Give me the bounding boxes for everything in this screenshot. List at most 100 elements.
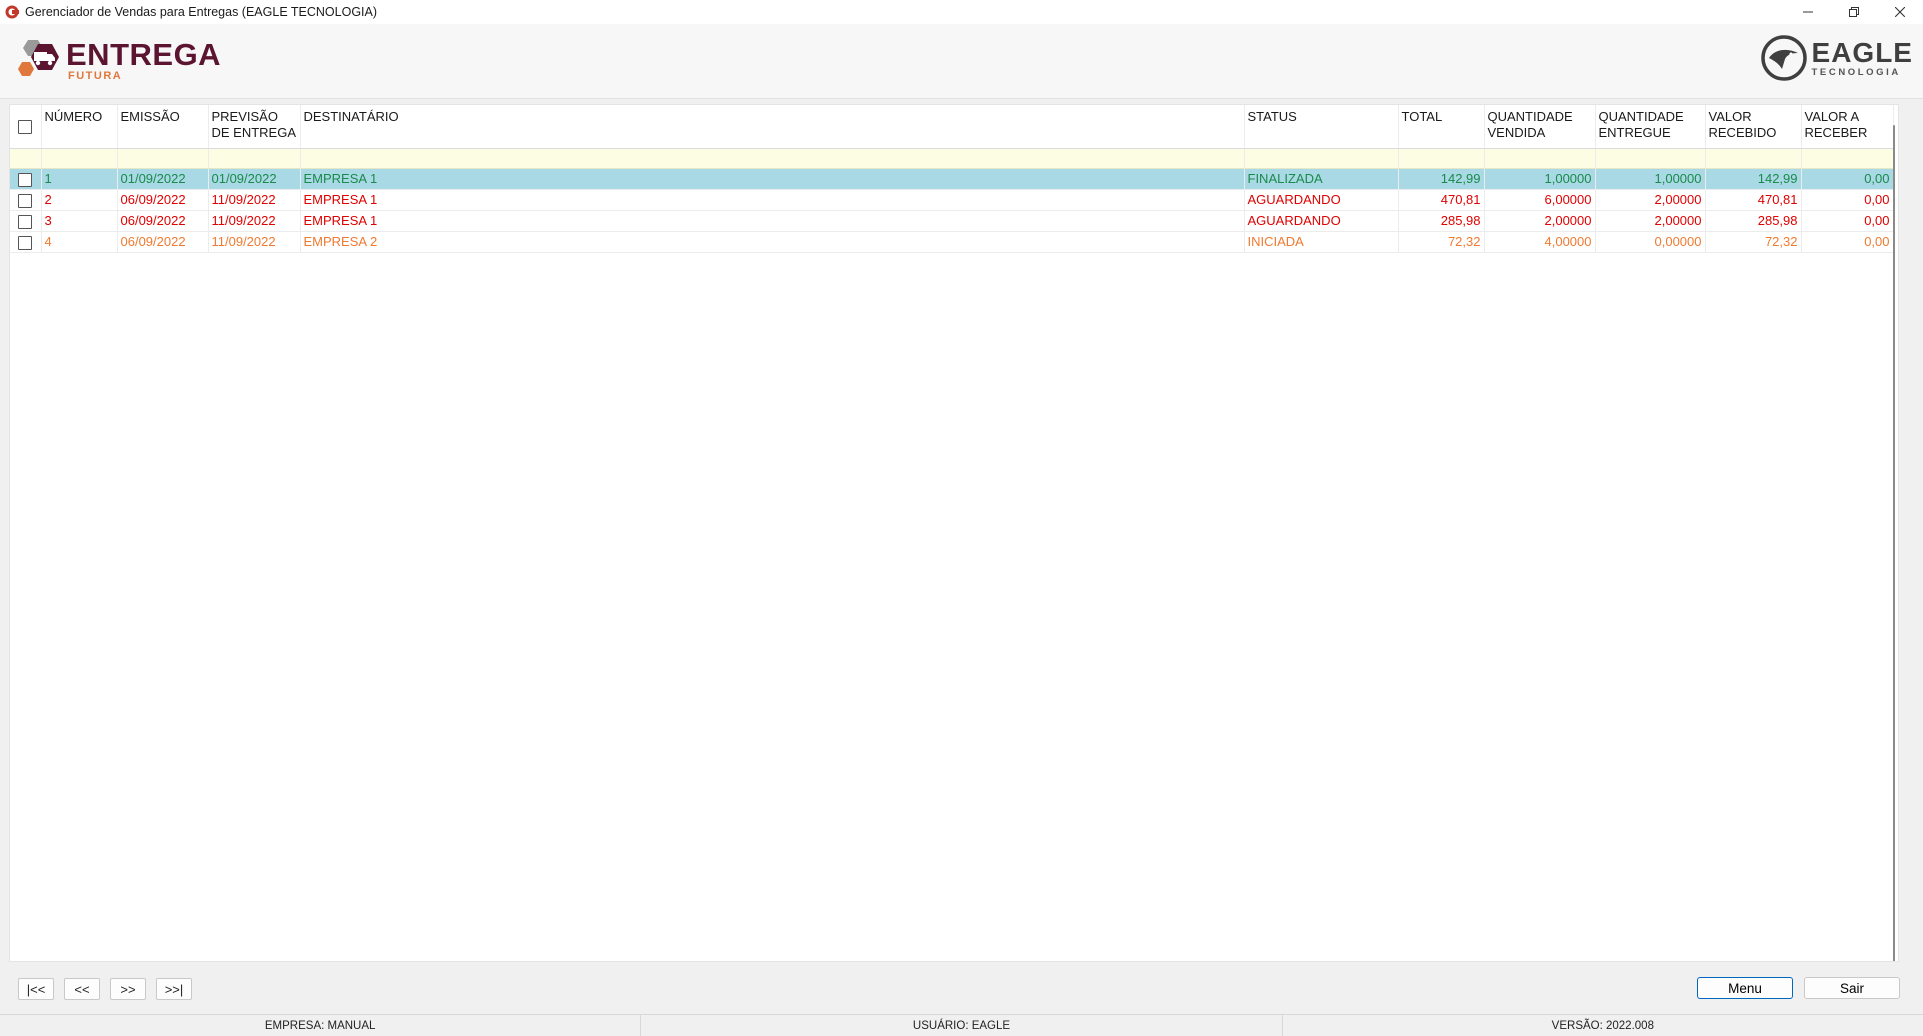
row-checkbox[interactable] (18, 235, 33, 250)
table-row[interactable]: 2 06/09/2022 11/09/2022 EMPRESA 1 AGUARD… (10, 189, 1894, 211)
column-header-valor-recebido[interactable]: VALOR RECEBIDO (1705, 105, 1802, 149)
cell-qtd-vendida[interactable]: 1,00000 (1484, 168, 1596, 190)
cell-valor-a-receber[interactable]: 0,00 (1801, 231, 1894, 253)
cell-qtd-entregue[interactable]: 0,00000 (1595, 231, 1706, 253)
entrega-futura-logo: ENTREGA FUTURA (14, 36, 221, 84)
column-header-emissao[interactable]: EMISSÃO (117, 105, 209, 149)
filter-cell[interactable] (208, 148, 301, 169)
column-header-destinatario[interactable]: DESTINATÁRIO (300, 105, 1245, 149)
cell-qtd-entregue[interactable]: 1,00000 (1595, 168, 1706, 190)
cell-qtd-vendida[interactable]: 4,00000 (1484, 231, 1596, 253)
vertical-scrollbar[interactable] (1889, 125, 1898, 961)
minimize-icon (1803, 11, 1813, 13)
title-bar: Gerenciador de Vendas para Entregas (EAG… (0, 0, 1923, 24)
row-select[interactable] (10, 189, 42, 211)
column-header-qtd-vendida[interactable]: QUANTIDADE VENDIDA (1484, 105, 1596, 149)
cell-emissao[interactable]: 06/09/2022 (117, 231, 209, 253)
cell-valor-a-receber[interactable]: 0,00 (1801, 189, 1894, 211)
column-header-numero[interactable]: NÚMERO (41, 105, 118, 149)
cell-qtd-entregue[interactable]: 2,00000 (1595, 189, 1706, 211)
logo-tecnologia-text: TECNOLOGIA (1811, 66, 1901, 78)
cell-valor-recebido[interactable]: 470,81 (1705, 189, 1802, 211)
cell-valor-a-receber[interactable]: 0,00 (1801, 210, 1894, 232)
cell-status[interactable]: INICIADA (1244, 231, 1399, 253)
row-select[interactable] (10, 210, 42, 232)
cell-previsao[interactable]: 11/09/2022 (208, 231, 301, 253)
cell-status[interactable]: FINALIZADA (1244, 168, 1399, 190)
select-all-checkbox[interactable] (18, 120, 33, 135)
status-bar: EMPRESA: MANUAL USUÁRIO: EAGLE VERSÃO: 2… (0, 1014, 1923, 1036)
restore-button[interactable] (1831, 0, 1877, 24)
header-select-all[interactable] (10, 105, 42, 149)
filter-cell[interactable] (10, 148, 42, 169)
eagle-icon (1760, 35, 1807, 81)
filter-cell[interactable] (1398, 148, 1485, 169)
last-page-button[interactable]: >>| (156, 978, 192, 1000)
status-empresa: EMPRESA: MANUAL (0, 1015, 642, 1036)
table-row[interactable]: 3 06/09/2022 11/09/2022 EMPRESA 1 AGUARD… (10, 210, 1894, 232)
cell-destinatario[interactable]: EMPRESA 2 (300, 231, 1245, 253)
cell-previsao[interactable]: 11/09/2022 (208, 210, 301, 232)
cell-numero[interactable]: 2 (41, 189, 118, 211)
table-row[interactable]: 4 06/09/2022 11/09/2022 EMPRESA 2 INICIA… (10, 231, 1894, 253)
cell-valor-a-receber[interactable]: 0,00 (1801, 168, 1894, 190)
cell-valor-recebido[interactable]: 142,99 (1705, 168, 1802, 190)
cell-total[interactable]: 72,32 (1398, 231, 1485, 253)
logo-futura-text: FUTURA (68, 69, 123, 82)
row-select[interactable] (10, 231, 42, 253)
cell-emissao[interactable]: 06/09/2022 (117, 189, 209, 211)
filter-cell[interactable] (300, 148, 1245, 169)
cell-numero[interactable]: 3 (41, 210, 118, 232)
column-header-total[interactable]: TOTAL (1398, 105, 1485, 149)
filter-cell[interactable] (1595, 148, 1706, 169)
cell-previsao[interactable]: 01/09/2022 (208, 168, 301, 190)
cell-emissao[interactable]: 06/09/2022 (117, 210, 209, 232)
sair-button[interactable]: Sair (1804, 977, 1900, 999)
previous-page-button[interactable]: << (64, 978, 100, 1000)
cell-numero[interactable]: 4 (41, 231, 118, 253)
cell-previsao[interactable]: 11/09/2022 (208, 189, 301, 211)
filter-row[interactable] (10, 148, 1894, 169)
cell-destinatario[interactable]: EMPRESA 1 (300, 189, 1245, 211)
cell-status[interactable]: AGUARDANDO (1244, 189, 1399, 211)
cell-total[interactable]: 285,98 (1398, 210, 1485, 232)
row-select[interactable] (10, 168, 42, 190)
cell-total[interactable]: 470,81 (1398, 189, 1485, 211)
cell-qtd-vendida[interactable]: 6,00000 (1484, 189, 1596, 211)
filter-cell[interactable] (1705, 148, 1802, 169)
cell-valor-recebido[interactable]: 285,98 (1705, 210, 1802, 232)
cell-destinatario[interactable]: EMPRESA 1 (300, 210, 1245, 232)
column-header-status[interactable]: STATUS (1244, 105, 1399, 149)
cell-emissao[interactable]: 01/09/2022 (117, 168, 209, 190)
filter-cell[interactable] (1484, 148, 1596, 169)
column-header-previsao-label: PREVISÃO DE ENTREGA (211, 109, 297, 140)
table-row[interactable]: 1 01/09/2022 01/09/2022 EMPRESA 1 FINALI… (10, 168, 1894, 190)
scrollbar-thumb[interactable] (1893, 125, 1895, 961)
cell-qtd-vendida[interactable]: 2,00000 (1484, 210, 1596, 232)
logo-eagle-text: EAGLE (1811, 36, 1913, 68)
grid-header-row: NÚMERO EMISSÃO PREVISÃO DE ENTREGA DESTI… (10, 105, 1894, 149)
next-page-button[interactable]: >> (110, 978, 146, 1000)
filter-cell[interactable] (41, 148, 118, 169)
eagle-tecnologia-logo: EAGLE TECNOLOGIA (1760, 34, 1913, 82)
row-checkbox[interactable] (18, 214, 33, 229)
row-checkbox[interactable] (18, 172, 33, 187)
filter-cell[interactable] (1244, 148, 1399, 169)
cell-numero[interactable]: 1 (41, 168, 118, 190)
cell-valor-recebido[interactable]: 72,32 (1705, 231, 1802, 253)
column-header-qtd-entregue[interactable]: QUANTIDADE ENTREGUE (1595, 105, 1706, 149)
first-page-button[interactable]: |<< (18, 978, 54, 1000)
filter-cell[interactable] (1801, 148, 1894, 169)
cell-destinatario[interactable]: EMPRESA 1 (300, 168, 1245, 190)
filter-cell[interactable] (117, 148, 209, 169)
cell-qtd-entregue[interactable]: 2,00000 (1595, 210, 1706, 232)
cell-total[interactable]: 142,99 (1398, 168, 1485, 190)
cell-status[interactable]: AGUARDANDO (1244, 210, 1399, 232)
close-button[interactable] (1877, 0, 1923, 24)
minimize-button[interactable] (1785, 0, 1831, 24)
column-header-valor-a-receber[interactable]: VALOR A RECEBER (1801, 105, 1894, 149)
menu-button[interactable]: Menu (1697, 977, 1793, 999)
column-header-previsao[interactable]: PREVISÃO DE ENTREGA (208, 105, 301, 149)
sales-grid-panel: NÚMERO EMISSÃO PREVISÃO DE ENTREGA DESTI… (9, 104, 1899, 962)
row-checkbox[interactable] (18, 193, 33, 208)
